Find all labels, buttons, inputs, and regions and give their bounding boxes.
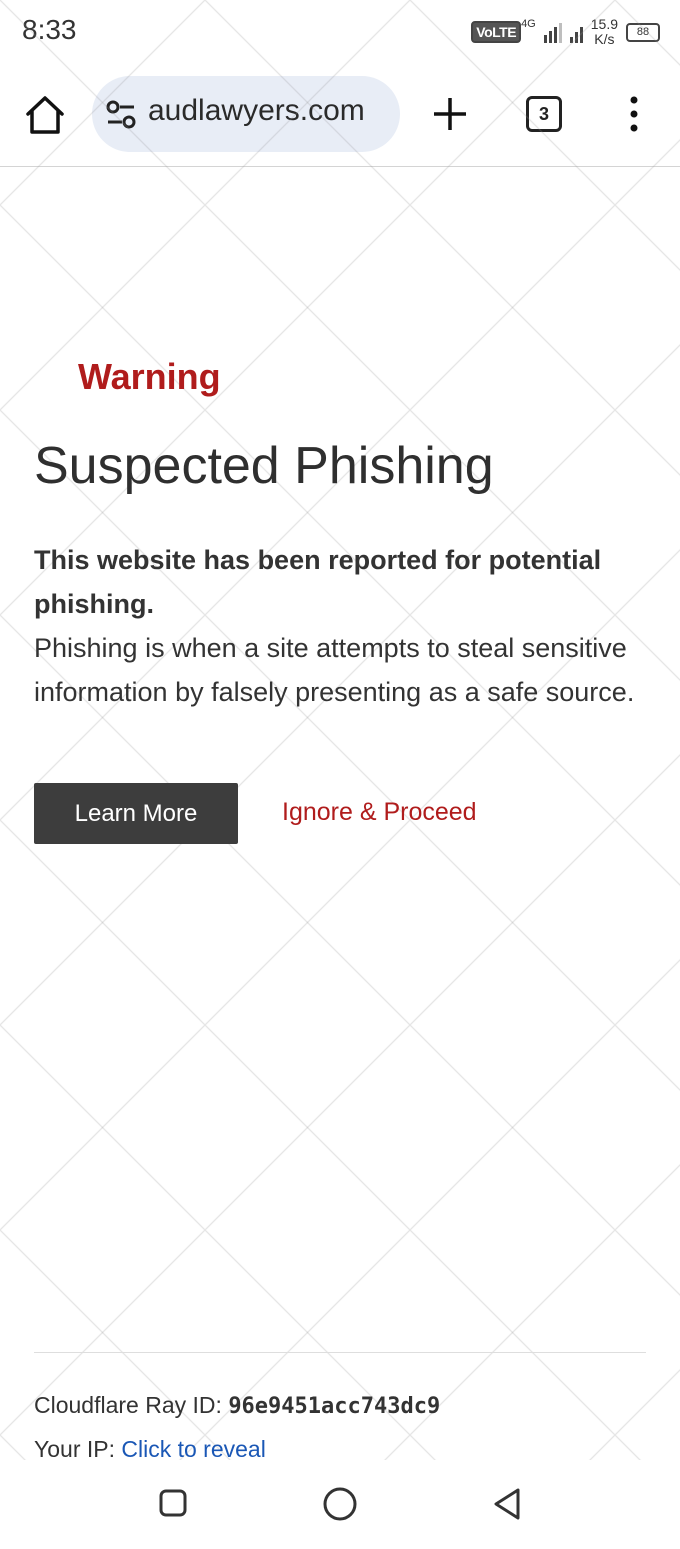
ip-label: Your IP: [34, 1436, 122, 1458]
reveal-ip-link[interactable]: Click to reveal [121, 1436, 265, 1458]
battery-icon: 88 [626, 22, 660, 42]
home-nav-icon[interactable] [322, 1486, 358, 1522]
status-icons: VoLTE 4G 15.9 K/s 88 [471, 14, 660, 50]
page-title: Suspected Phishing [34, 437, 494, 495]
network-speed: 15.9 K/s [591, 17, 618, 47]
network-speed-unit: K/s [594, 31, 615, 47]
network-gen-label: 4G [521, 18, 536, 30]
back-icon[interactable] [490, 1486, 524, 1522]
more-options-icon[interactable] [620, 94, 648, 134]
ip-line: Your IP: Click to reveal [34, 1436, 266, 1458]
ray-id-value: 96e9451acc743dc9 [228, 1394, 441, 1419]
recents-icon[interactable] [158, 1488, 188, 1518]
ignore-proceed-link[interactable]: Ignore & Proceed [282, 798, 477, 827]
warning-description: Phishing is when a site attempts to stea… [34, 633, 635, 707]
warning-lead: This website has been reported for poten… [34, 545, 602, 619]
ray-id-label: Cloudflare Ray ID: [34, 1392, 229, 1418]
new-tab-icon[interactable] [430, 94, 470, 134]
system-nav-bar [0, 1460, 680, 1549]
watermark-pattern [0, 0, 680, 1549]
signal-icon-secondary [569, 21, 583, 43]
warning-label: Warning [78, 356, 221, 397]
address-bar[interactable]: audlawyers.com [92, 76, 400, 152]
footer-divider [34, 1352, 646, 1353]
status-time: 8:33 [22, 14, 77, 45]
learn-more-button[interactable]: Learn More [34, 783, 238, 844]
browser-toolbar: audlawyers.com 3 [0, 64, 680, 167]
signal-icon [543, 21, 562, 43]
url-text[interactable]: audlawyers.com [148, 94, 365, 128]
status-bar: 8:33 VoLTE 4G 15.9 K/s 88 [0, 0, 680, 64]
ray-id-line: Cloudflare Ray ID: 96e9451acc743dc9 [34, 1392, 440, 1419]
volte-badge: VoLTE [471, 21, 522, 43]
home-icon[interactable] [22, 92, 68, 138]
tab-switcher-button[interactable]: 3 [526, 96, 562, 132]
network-speed-value: 15.9 [590, 16, 618, 32]
site-settings-icon[interactable] [104, 98, 138, 132]
